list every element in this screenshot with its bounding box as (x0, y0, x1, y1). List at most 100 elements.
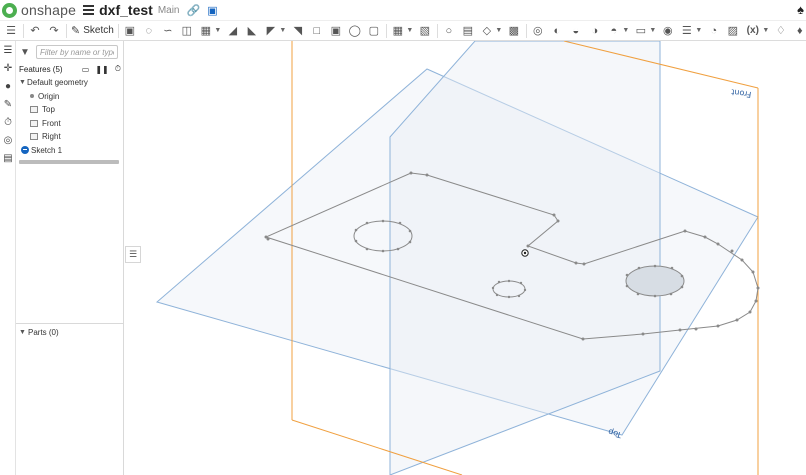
offset-surface-icon[interactable]: ◓ (606, 23, 622, 39)
mate-connector-icon[interactable]: ◉ (660, 23, 676, 39)
loft-icon[interactable]: ◫ (179, 23, 195, 39)
plane-icon (30, 105, 38, 113)
chevron-down-icon[interactable]: ▼ (762, 23, 770, 39)
hamburger-menu-icon[interactable] (83, 5, 95, 15)
features-count-label: Features (5) (19, 64, 63, 74)
notes-icon[interactable]: ✎ (0, 95, 16, 113)
thicken-icon[interactable]: ▦ (198, 23, 214, 39)
feature-list-icon[interactable]: ☰ (0, 41, 16, 59)
viewport-canvas[interactable]: Front Top (124, 41, 806, 475)
tree-item-front[interactable]: Front (30, 117, 61, 129)
cylinder-icon[interactable]: ◯ (347, 23, 363, 39)
cube-icon[interactable]: ▢ (366, 23, 382, 39)
tag-icon[interactable]: ♦ (792, 23, 806, 39)
learning-center-icon[interactable]: ▣ (207, 4, 217, 17)
comments-icon[interactable]: ● (0, 77, 16, 95)
pencil-icon: ✎ (71, 25, 81, 37)
plane-icon[interactable]: ▭ (633, 23, 649, 39)
shell-icon[interactable]: □ (309, 23, 325, 39)
parts-count-label: Parts (0) (28, 327, 59, 337)
plane-icon (30, 119, 38, 127)
chevron-down-icon[interactable]: ▼ (406, 23, 414, 39)
sketch-button[interactable]: ✎ Sketch (71, 24, 114, 37)
variable-icon[interactable]: (x) (744, 23, 762, 39)
feature-toolbar: ☰ ↶ ↷ ✎ Sketch ▣ ◌ ∽ ◫ ▦ ▼ ◢ ◣ ◤ ▼ ◥ □ ▣… (0, 20, 806, 41)
delete-part-icon[interactable]: ▩ (506, 23, 522, 39)
fillet-icon[interactable]: ◢ (225, 23, 241, 39)
rollback-bar[interactable] (19, 160, 119, 164)
sweep-icon[interactable]: ∽ (160, 23, 176, 39)
tree-item-sketch-1[interactable]: Sketch 1 (21, 144, 62, 156)
tree-item-right[interactable]: Right (30, 130, 61, 142)
chevron-down-icon[interactable]: ▼ (495, 23, 503, 39)
tree-item-label: Right (42, 131, 61, 141)
onshape-logo-icon (2, 2, 17, 18)
pattern-icon[interactable]: ▦ (390, 23, 406, 39)
parts-header[interactable]: ▼ Parts (0) (19, 326, 59, 338)
rib-icon[interactable]: ◥ (290, 23, 306, 39)
link-icon[interactable]: 🔗 (187, 4, 201, 17)
split-icon[interactable]: ▤ (460, 23, 476, 39)
insert-icon[interactable]: ✛ (0, 59, 16, 77)
origin-marker[interactable] (521, 249, 529, 257)
top-bar: onshape dxf_test Main 🔗 ▣ ♠ (0, 0, 806, 20)
tree-item-origin[interactable]: Origin (30, 90, 59, 102)
chevron-down-icon[interactable]: ▼ (19, 79, 27, 86)
bell-icon[interactable]: ♠ (797, 2, 804, 17)
default-geometry-group[interactable]: ▼ Default geometry (19, 76, 88, 88)
boolean-icon[interactable]: ○ (441, 23, 457, 39)
measure-icon[interactable]: ☰ (679, 23, 695, 39)
toolbar-separator (23, 23, 24, 38)
sketch-icon (21, 146, 29, 154)
chevron-down-icon[interactable]: ▼ (279, 23, 287, 39)
tree-item-label: Origin (38, 91, 60, 101)
hole-icon[interactable]: ▣ (328, 23, 344, 39)
chevron-down-icon[interactable]: ▼ (695, 23, 703, 39)
filter-row: ▼ (20, 44, 118, 60)
brand-name: onshape (21, 2, 77, 18)
pause-icon[interactable]: ❚❚ (95, 65, 108, 74)
onshape-logo[interactable]: onshape (0, 0, 76, 20)
appearance-icon[interactable]: ▨ (725, 23, 741, 39)
workspace-label[interactable]: Main (158, 5, 180, 16)
panel-divider (16, 323, 124, 324)
default-geometry-label: Default geometry (27, 77, 88, 87)
draft-icon[interactable]: ◤ (263, 23, 279, 39)
toolbar-separator (385, 23, 387, 38)
graphics-viewport[interactable]: Front Top (124, 41, 806, 475)
revolve-icon[interactable]: ◌ (141, 23, 157, 39)
chevron-down-icon[interactable]: ▼ (649, 23, 657, 39)
chevron-down-icon[interactable]: ▼ (19, 329, 28, 336)
section-view-icon[interactable]: ◔ (706, 23, 722, 39)
tree-item-label: Front (42, 118, 61, 128)
redo-icon[interactable]: ↷ (46, 23, 62, 39)
add-folder-icon[interactable]: ▭ (82, 65, 90, 74)
extrude-icon[interactable]: ▣ (122, 23, 138, 39)
chevron-down-icon[interactable]: ▼ (622, 23, 630, 39)
plane-icon (30, 132, 38, 140)
chevron-down-icon[interactable]: ▼ (214, 23, 222, 39)
list-icon[interactable]: ☰ (125, 246, 141, 263)
transform-icon[interactable]: ◇ (479, 23, 495, 39)
filter-input[interactable] (36, 45, 118, 59)
undo-icon[interactable]: ↶ (27, 23, 43, 39)
chamfer-icon[interactable]: ◣ (244, 23, 260, 39)
tree-item-top[interactable]: Top (30, 103, 55, 115)
modify-fillet-icon[interactable]: ◐ (549, 23, 565, 39)
assembly-icon[interactable]: ♢ (773, 23, 789, 39)
helix-icon[interactable]: ◎ (530, 23, 546, 39)
history-icon[interactable]: ⏱ (0, 113, 16, 131)
bill-of-materials-icon[interactable]: ▤ (0, 149, 16, 167)
replace-face-icon[interactable]: ◑ (587, 23, 603, 39)
features-header: Features (5) ▭ ❚❚ ⏱ (19, 63, 121, 75)
move-face-icon[interactable]: ◒ (568, 23, 584, 39)
search-icon[interactable]: ◎ (0, 131, 16, 149)
funnel-icon[interactable]: ▼ (20, 47, 34, 58)
tree-item-label: Top (42, 104, 55, 114)
sketch-circle-filled[interactable] (625, 265, 685, 297)
mirror-icon[interactable]: ▧ (417, 23, 433, 39)
feature-list-menu-icon[interactable]: ☰ (3, 23, 19, 39)
document-title[interactable]: dxf_test (99, 2, 153, 18)
timer-icon[interactable]: ⏱ (115, 64, 121, 74)
toolbar-separator (66, 23, 67, 38)
